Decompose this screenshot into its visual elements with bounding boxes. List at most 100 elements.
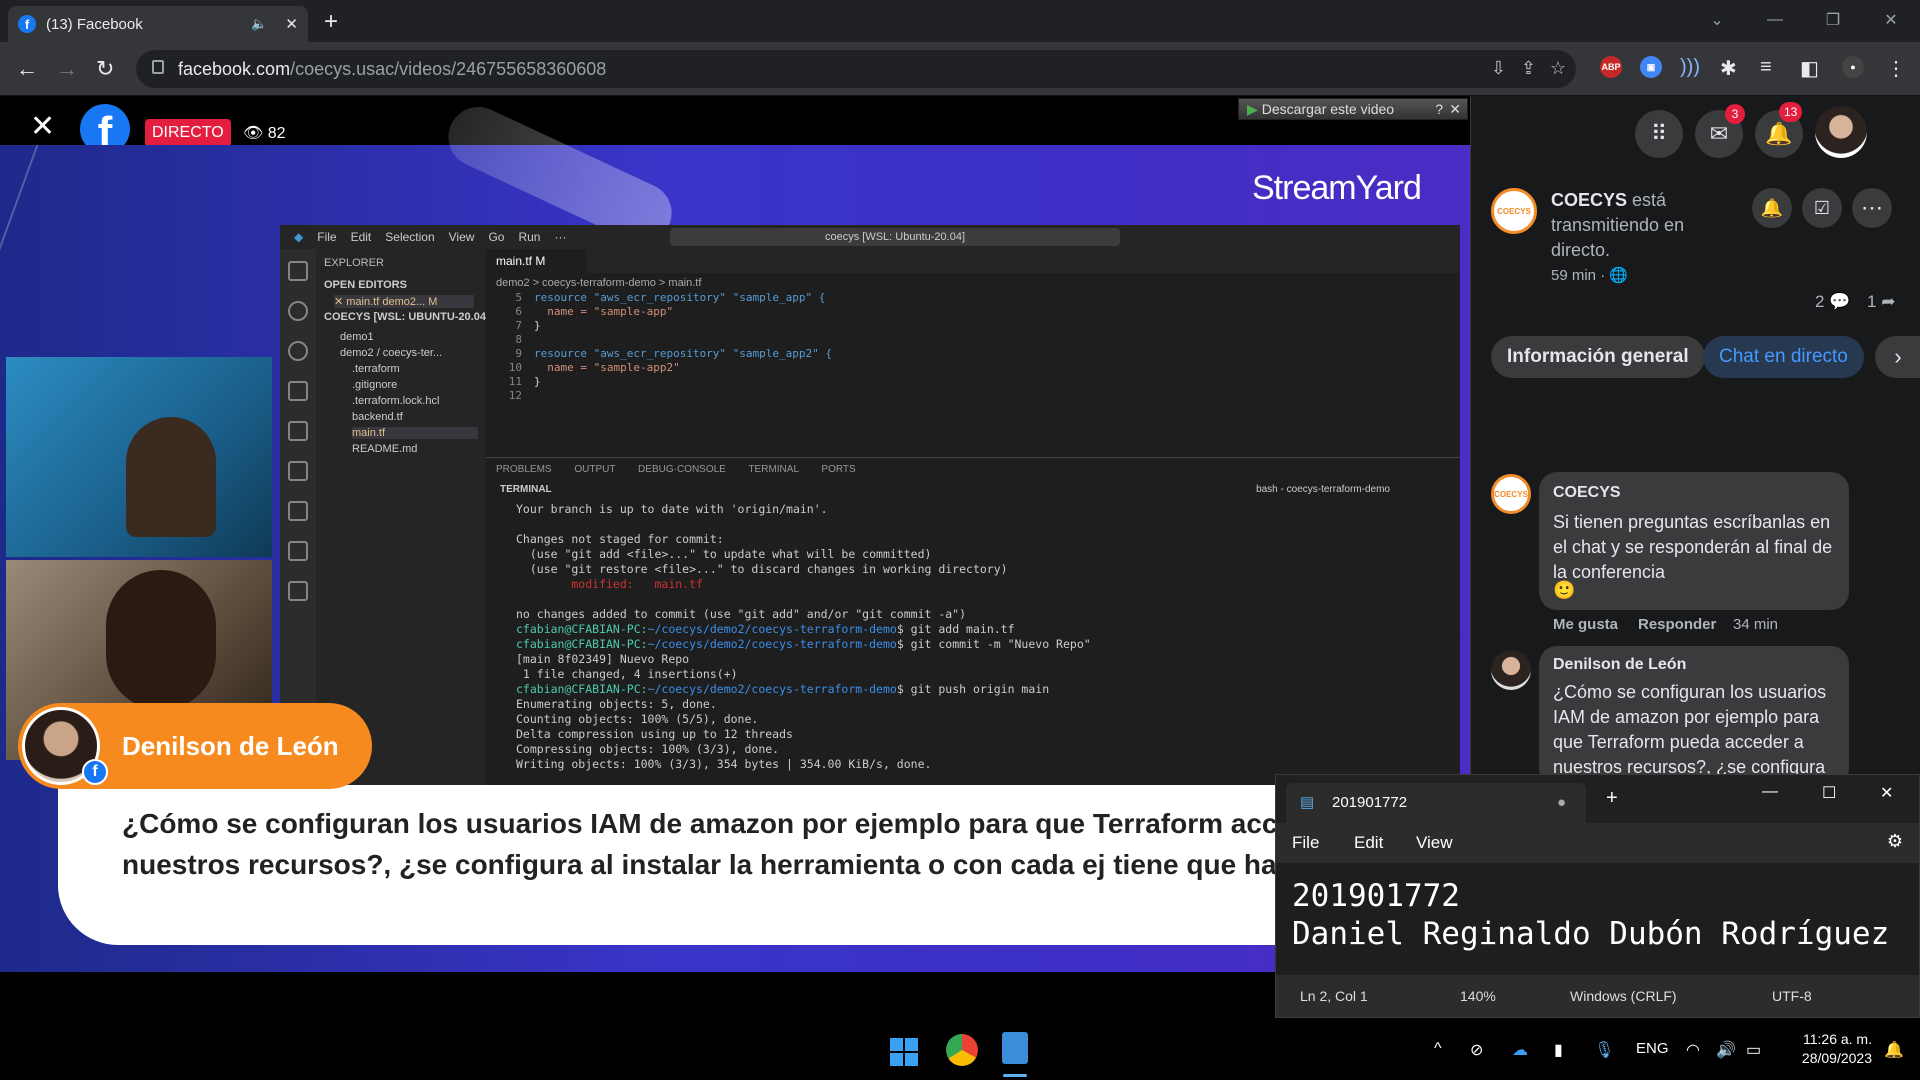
address-bar[interactable]: facebook.com /coecys.usac/videos/2467556… [136, 50, 1576, 88]
network-off-icon[interactable]: ⊘ [1470, 1040, 1483, 1060]
minimize-button[interactable]: — [1762, 783, 1778, 801]
like-button[interactable]: Me gusta [1553, 616, 1618, 633]
notepad-icon: ▤ [1300, 794, 1315, 811]
terminal-line: no changes added to commit (use "git add… [516, 607, 967, 621]
status-zoom: 140% [1460, 988, 1496, 1004]
wifi-icon[interactable]: ◠ [1686, 1040, 1700, 1060]
editor-tabs: main.tf M [486, 249, 1460, 273]
back-button[interactable]: ← [16, 56, 38, 82]
terminal-line: Counting objects: 100% (5/5), done. [516, 712, 759, 726]
browser-tab[interactable]: f (13) Facebook 🔈 ✕ [8, 6, 308, 42]
reload-button[interactable]: ↻ [96, 56, 114, 82]
battery-icon[interactable]: ▭ [1746, 1040, 1761, 1060]
install-icon[interactable]: ⇩ [1491, 58, 1506, 79]
video-player[interactable]: ✕ f DIRECTO 👁 82 ▶ Descargar este video ?… [0, 96, 1470, 972]
maximize-button[interactable]: ❐ [1804, 0, 1862, 40]
extensions-icon [288, 461, 308, 481]
comments-count[interactable]: 2 [1815, 292, 1824, 311]
tray-chevron-icon[interactable]: ^ [1434, 1040, 1442, 1058]
line-number: 8 [515, 333, 522, 346]
adblock-extension-icon[interactable]: ABP [1600, 56, 1622, 78]
close-video-icon[interactable]: ✕ [30, 112, 55, 142]
testing-icon [288, 501, 308, 521]
menu-edit[interactable]: Edit [1354, 833, 1383, 853]
page-name-link[interactable]: COECYS [1551, 190, 1627, 210]
notepad-text-area[interactable]: 201901772 Daniel Reginaldo Dubón Rodrígu… [1276, 863, 1919, 975]
share-arrow-icon: ➦ [1881, 292, 1896, 311]
clock[interactable]: 11:26 a. m. 28/09/2023 [1780, 1030, 1872, 1068]
share-icon[interactable]: ⇪ [1521, 58, 1536, 79]
close-window-button[interactable]: ✕ [1862, 0, 1920, 40]
more-options-icon[interactable]: ⋯ [1852, 188, 1892, 228]
close-icon[interactable]: ✕ [1449, 99, 1461, 119]
menu-grid-icon[interactable]: ⠿ [1635, 110, 1683, 158]
commenter-avatar[interactable] [1491, 650, 1531, 690]
menu-file[interactable]: File [1292, 833, 1319, 853]
settings-gear-icon[interactable]: ⚙ [1887, 831, 1903, 852]
side-panel-icon[interactable]: ◧ [1800, 56, 1819, 81]
microphone-icon[interactable]: 🎙 [1594, 1040, 1614, 1060]
bookmark-star-icon[interactable]: ☆ [1550, 58, 1566, 79]
aws-icon [288, 581, 308, 601]
extensions-puzzle-icon[interactable]: ✱ [1720, 56, 1737, 81]
speaker-icon[interactable]: 🔈 [251, 16, 267, 32]
volume-icon[interactable]: 🔊 [1716, 1040, 1736, 1060]
notification-center-icon[interactable]: 🔔 [1884, 1040, 1904, 1060]
reading-list-icon[interactable]: ≡ [1760, 56, 1772, 79]
terminal-line: cfabian@CFABIAN-PC:~/coecys/demo2/coecys… [516, 637, 1091, 651]
profile-avatar[interactable]: ● [1842, 56, 1864, 78]
save-icon[interactable]: ☑ [1802, 188, 1842, 228]
tab-search-icon[interactable]: ⌄ [1688, 0, 1746, 40]
follow-bell-icon[interactable]: 🔔 [1752, 188, 1792, 228]
coecys-logo[interactable]: COECYS [1491, 188, 1537, 234]
chrome-menu-icon[interactable]: ⋮ [1886, 56, 1906, 81]
onedrive-icon[interactable]: ☁ [1512, 1040, 1528, 1060]
tab-info-general[interactable]: Información general [1491, 336, 1705, 378]
code-text: name = "sample-app2" [534, 361, 680, 374]
terminal-label: TERMINAL [500, 484, 552, 495]
new-tab-button[interactable]: + [324, 8, 338, 36]
code-line: 11} [486, 375, 832, 389]
line-number: 12 [508, 389, 522, 402]
menu-view[interactable]: View [1416, 833, 1453, 853]
tab-close-icon[interactable]: ✕ [285, 15, 298, 33]
read-aloud-icon[interactable]: ))) [1680, 56, 1700, 79]
forward-button[interactable]: → [56, 56, 78, 82]
code-text: } [534, 375, 541, 388]
notepad-taskbar-icon[interactable] [1002, 1032, 1028, 1064]
chrome-taskbar-icon[interactable] [946, 1034, 978, 1066]
reply-button[interactable]: Responder [1638, 616, 1716, 633]
close-button[interactable]: ✕ [1880, 783, 1893, 803]
commenter-avatar[interactable]: COECYS [1491, 474, 1531, 514]
profile-avatar[interactable] [1815, 106, 1867, 158]
chevron-right-icon[interactable]: › [1875, 336, 1920, 378]
url-domain: facebook.com [178, 58, 291, 79]
tab-live-chat[interactable]: Chat en directo [1703, 336, 1864, 378]
notepad-tab[interactable]: ▤ 201901772 ● [1286, 783, 1586, 823]
new-tab-button[interactable]: + [1606, 787, 1618, 810]
comment-text: Si tienen preguntas escríbanlas en el ch… [1553, 512, 1833, 582]
live-badge: DIRECTO [145, 119, 231, 147]
tree-item: .gitignore [352, 379, 398, 391]
comment-author[interactable]: COECYS [1553, 484, 1621, 502]
shares-count[interactable]: 1 [1867, 292, 1876, 311]
language-indicator[interactable]: ENG [1636, 1040, 1669, 1057]
comment-icon: 💬 [1829, 292, 1851, 311]
minimize-button[interactable]: — [1746, 0, 1804, 40]
code-text: resource "aws_ecr_repository" "sample_ap… [534, 291, 826, 304]
windows-start-icon[interactable] [890, 1038, 918, 1066]
maximize-button[interactable]: ☐ [1822, 783, 1836, 803]
terminal-line: (use "git restore <file>..." to discard … [516, 562, 1008, 576]
extension-icon[interactable]: ▣ [1640, 56, 1662, 78]
live-status-1: está [1632, 190, 1667, 210]
battery-saver-icon[interactable]: ▮ [1554, 1040, 1563, 1060]
tree-item: backend.tf [352, 411, 403, 423]
terminal-line: Enumerating objects: 5, done. [516, 697, 717, 711]
explorer-title: EXPLORER [324, 257, 384, 269]
comment-author[interactable]: Denilson de León [1553, 656, 1686, 674]
help-icon[interactable]: ? [1435, 99, 1443, 119]
download-video-button[interactable]: ▶ Descargar este video ? ✕ [1238, 98, 1468, 120]
notepad-titlebar: ▤ 201901772 ● + — ☐ ✕ [1276, 775, 1919, 823]
vs-menu-run: Run [518, 230, 541, 244]
